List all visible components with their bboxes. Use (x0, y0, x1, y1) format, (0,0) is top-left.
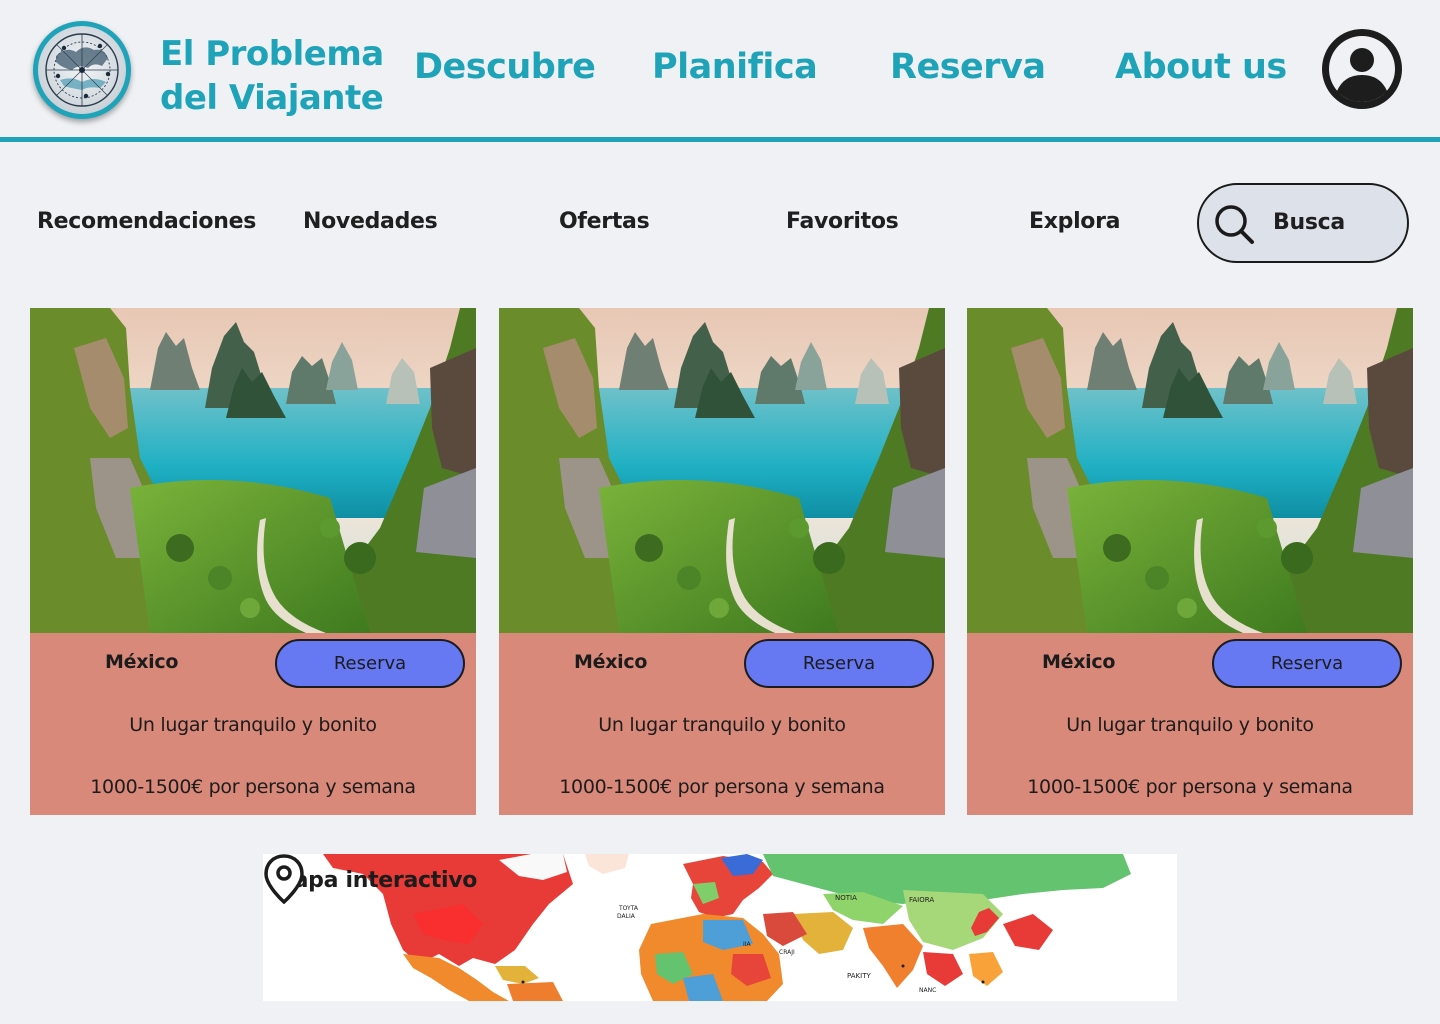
svg-text:NOTIA: NOTIA (835, 894, 857, 902)
search-label: Busca (1273, 210, 1345, 235)
brand-line-2: del Viajante (160, 78, 384, 118)
card-price: 1000-1500€ por persona y semana (1027, 776, 1353, 798)
svg-text:NANC: NANC (919, 987, 936, 994)
subnav-explora[interactable]: Explora (1029, 209, 1121, 234)
svg-text:TOYTA: TOYTA (618, 905, 639, 912)
reserve-button[interactable]: Reserva (744, 639, 934, 688)
nav-link-reserva[interactable]: Reserva (890, 47, 1046, 87)
site-header: El Problema del Viajante Descubre Planif… (0, 0, 1440, 142)
card-description: Un lugar tranquilo y bonito (598, 714, 846, 736)
svg-text:IIA: IIA (743, 941, 752, 948)
brand-name[interactable]: El Problema del Viajante (160, 32, 384, 120)
destination-image (30, 308, 476, 633)
subnav-novedades[interactable]: Novedades (303, 209, 438, 234)
search-button[interactable]: Busca (1197, 183, 1409, 263)
brand-line-1: El Problema (160, 34, 384, 74)
destination-image (499, 308, 945, 633)
nav-link-planifica[interactable]: Planifica (652, 47, 818, 87)
card-price: 1000-1500€ por persona y semana (90, 776, 416, 798)
nav-link-about-us[interactable]: About us (1115, 47, 1287, 87)
destination-card[interactable]: México Reserva Un lugar tranquilo y boni… (967, 308, 1413, 815)
destination-image (967, 308, 1413, 633)
card-price: 1000-1500€ por persona y semana (559, 776, 885, 798)
svg-text:CRAJI: CRAJI (779, 949, 795, 956)
svg-text:DALIA: DALIA (617, 913, 636, 920)
search-icon (1215, 205, 1254, 244)
nav-link-descubre[interactable]: Descubre (414, 47, 596, 87)
destination-card[interactable]: México Reserva Un lugar tranquilo y boni… (30, 308, 476, 815)
card-country: México (105, 651, 179, 673)
card-description: Un lugar tranquilo y bonito (129, 714, 377, 736)
card-country: México (1042, 651, 1116, 673)
subnav-ofertas[interactable]: Ofertas (559, 209, 650, 234)
reserve-button[interactable]: Reserva (275, 639, 465, 688)
card-country: México (574, 651, 648, 673)
compass-globe-logo[interactable] (33, 21, 131, 119)
destination-card[interactable]: México Reserva Un lugar tranquilo y boni… (499, 308, 945, 815)
card-description: Un lugar tranquilo y bonito (1066, 714, 1314, 736)
subnav-recomendaciones[interactable]: Recomendaciones (37, 209, 256, 234)
logo-graphic (38, 26, 126, 114)
svg-text:FAIORA: FAIORA (909, 896, 934, 904)
subnav-favoritos[interactable]: Favoritos (786, 209, 899, 234)
reserve-button[interactable]: Reserva (1212, 639, 1402, 688)
location-pin-icon[interactable] (263, 854, 305, 904)
interactive-map[interactable]: NOTIA FAIORA PAKITY TOYTA DALIA IIA CRAJ… (263, 854, 1177, 1001)
avatar-graphic (1322, 29, 1402, 109)
user-avatar-icon[interactable] (1322, 29, 1402, 109)
svg-text:PAKITY: PAKITY (847, 972, 871, 980)
